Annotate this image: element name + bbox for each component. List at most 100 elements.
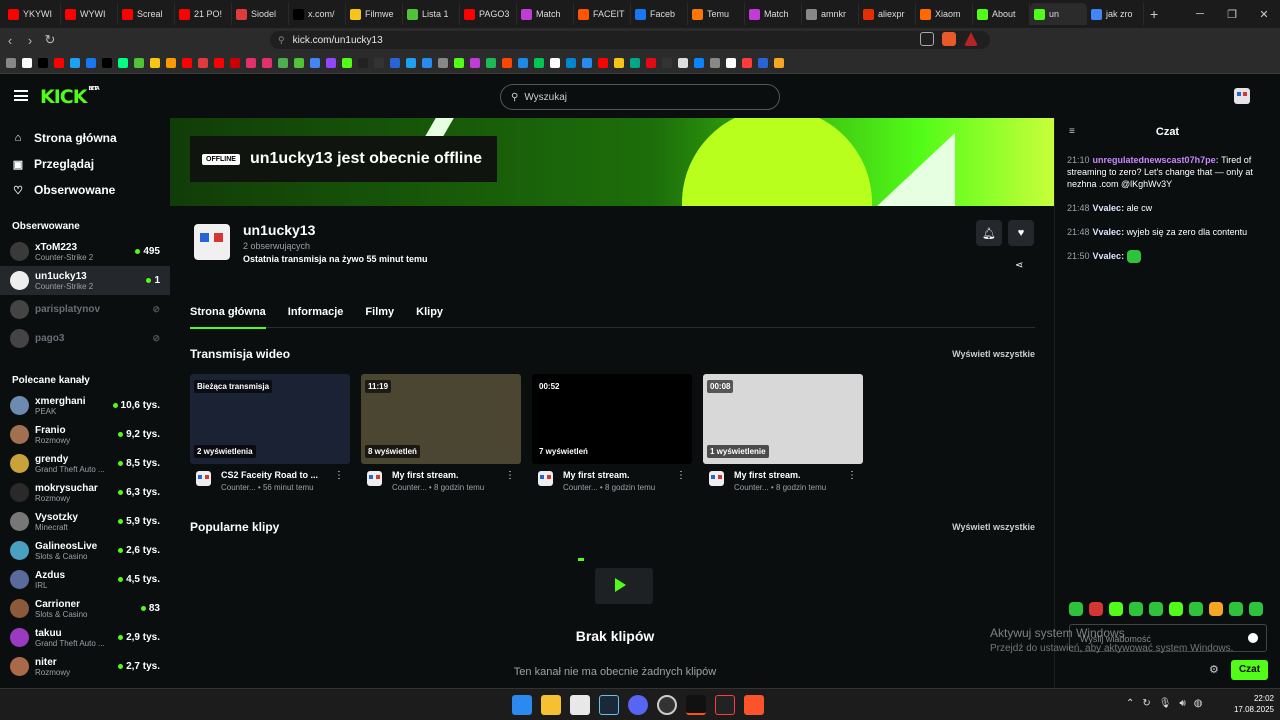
- brave-rewards-icon[interactable]: [964, 32, 978, 46]
- video-thumbnail[interactable]: 11:19 8 wyświetleń: [361, 374, 521, 464]
- obs-icon[interactable]: [657, 695, 677, 715]
- bookmark-icon[interactable]: [134, 57, 144, 68]
- store-icon[interactable]: [570, 695, 590, 715]
- file-explorer-icon[interactable]: [541, 695, 561, 715]
- bookmark-icon[interactable]: [374, 57, 384, 68]
- video-card[interactable]: 11:19 8 wyświetleń My first stream. Counter…: [361, 374, 521, 498]
- browser-tab[interactable]: FACEIT: [574, 3, 631, 25]
- browser-tab[interactable]: aliexpr: [859, 3, 916, 25]
- bookmark-icon[interactable]: [294, 57, 304, 68]
- browser-tab[interactable]: YKYWI: [4, 3, 61, 25]
- browser-tab[interactable]: Xiaom: [916, 3, 973, 25]
- emote-icon[interactable]: [1149, 602, 1163, 616]
- browser-tab[interactable]: Match: [517, 3, 574, 25]
- sidebar-nav-following[interactable]: ♡ Obserwowane: [0, 177, 170, 203]
- sidebar-channel[interactable]: parisplatynov ⊘: [0, 295, 170, 324]
- brave-browser-icon[interactable]: [744, 695, 764, 715]
- video-thumbnail[interactable]: 00:52 7 wyświetleń: [532, 374, 692, 464]
- discord-icon[interactable]: [628, 695, 648, 715]
- sidebar-channel[interactable]: Azdus IRL 4,5 tys.: [0, 565, 170, 594]
- browser-tab[interactable]: Faceb: [631, 3, 688, 25]
- video-thumbnail[interactable]: Bieżąca transmisja 2 wyświetlenia: [190, 374, 350, 464]
- bookmark-icon[interactable]: [246, 57, 256, 68]
- emoji-icon[interactable]: [1248, 633, 1258, 643]
- network-icon[interactable]: ◍: [1194, 698, 1203, 709]
- clock[interactable]: 22:02 17.08.2025: [1224, 693, 1274, 715]
- channel-tab[interactable]: Klipy: [416, 303, 443, 328]
- follow-button[interactable]: ♥: [1008, 220, 1034, 246]
- emote-icon[interactable]: [1089, 602, 1103, 616]
- chat-username[interactable]: Vvalec: [1093, 251, 1122, 261]
- more-options-icon[interactable]: ⋮: [847, 470, 857, 481]
- notification-bell-button[interactable]: 🔔︎: [976, 220, 1002, 246]
- video-thumbnail[interactable]: 00:08 1 wyświetlenie: [703, 374, 863, 464]
- channel-tab[interactable]: Filmy: [365, 303, 394, 328]
- browser-tab[interactable]: un: [1030, 3, 1087, 25]
- channel-avatar[interactable]: [194, 224, 230, 260]
- emote-icon[interactable]: [1169, 602, 1183, 616]
- bookmark-icon[interactable]: [86, 57, 96, 68]
- browser-tab[interactable]: PAGO3: [460, 3, 517, 25]
- bookmark-icon[interactable]: [774, 57, 784, 68]
- share-page-icon[interactable]: [920, 32, 934, 46]
- chat-settings-gear-icon[interactable]: ⚙: [1209, 663, 1219, 676]
- bookmark-icon[interactable]: [390, 57, 400, 68]
- bookmark-icon[interactable]: [758, 57, 768, 68]
- bookmark-icon[interactable]: [54, 57, 64, 68]
- sidebar-channel[interactable]: xToM223 Counter-Strike 2 495: [0, 237, 170, 266]
- bookmark-icon[interactable]: [646, 57, 656, 68]
- sidebar-channel[interactable]: takuu Grand Theft Auto ... 2,9 tys.: [0, 623, 170, 652]
- channel-tab[interactable]: Informacje: [288, 303, 344, 328]
- browser-tab[interactable]: Filmwe: [346, 3, 403, 25]
- menu-icon[interactable]: [14, 90, 28, 101]
- sidebar-channel[interactable]: Vysotzky Minecraft 5,9 tys.: [0, 507, 170, 536]
- maximize-icon[interactable]: ❐: [1216, 0, 1248, 28]
- bookmark-icon[interactable]: [6, 57, 16, 68]
- reload-icon[interactable]: ↻: [40, 32, 60, 48]
- minimize-icon[interactable]: ─: [1184, 0, 1216, 28]
- back-icon[interactable]: ‹: [0, 33, 20, 48]
- browser-tab[interactable]: x.com/: [289, 3, 346, 25]
- video-card[interactable]: 00:08 1 wyświetlenie My first stream. Count…: [703, 374, 863, 498]
- url-field[interactable]: ⚲ kick.com/un1ucky13: [270, 31, 990, 49]
- bookmark-icon[interactable]: [198, 57, 208, 68]
- sidebar-channel[interactable]: GalineosLive Slots & Casino 2,6 tys.: [0, 536, 170, 565]
- kick-logo[interactable]: KICK BETA: [40, 86, 100, 108]
- bookmark-icon[interactable]: [166, 57, 176, 68]
- close-icon[interactable]: ✕: [1248, 0, 1280, 28]
- show-all-videos-link[interactable]: Wyświetl wszystkie: [952, 349, 1035, 359]
- forward-icon[interactable]: ›: [20, 33, 40, 48]
- sidebar-channel[interactable]: mokrysuchar Rozmowy 6,3 tys.: [0, 478, 170, 507]
- bookmark-icon[interactable]: [566, 57, 576, 68]
- bookmark-icon[interactable]: [518, 57, 528, 68]
- bookmark-icon[interactable]: [726, 57, 736, 68]
- bookmark-icon[interactable]: [454, 57, 464, 68]
- sidebar-channel[interactable]: Carrioner Slots & Casino 83: [0, 594, 170, 623]
- browser-tab[interactable]: Match: [745, 3, 802, 25]
- more-options-icon[interactable]: ⋮: [334, 470, 344, 481]
- bookmark-icon[interactable]: [678, 57, 688, 68]
- browser-tab[interactable]: Siodel: [232, 3, 289, 25]
- sidebar-channel[interactable]: grendy Grand Theft Auto ... 8,5 tys.: [0, 449, 170, 478]
- sidebar-nav-home[interactable]: ⌂ Strona główna: [0, 125, 170, 151]
- browser-tab[interactable]: Temu: [688, 3, 745, 25]
- steam-icon[interactable]: [599, 695, 619, 715]
- microphone-icon[interactable]: 🎙︎: [1159, 698, 1172, 709]
- vpn-shield-icon[interactable]: [715, 695, 735, 715]
- search-input[interactable]: ⚲ Wyszukaj: [500, 84, 780, 110]
- bookmark-icon[interactable]: [406, 57, 416, 68]
- bookmark-icon[interactable]: [710, 57, 720, 68]
- emote-icon[interactable]: [1109, 602, 1123, 616]
- bookmark-icon[interactable]: [230, 57, 240, 68]
- sidebar-channel[interactable]: niter Rozmowy 2,7 tys.: [0, 652, 170, 681]
- video-card[interactable]: 00:52 7 wyświetleń My first stream. Counter…: [532, 374, 692, 498]
- start-icon[interactable]: [512, 695, 532, 715]
- brave-shields-icon[interactable]: [942, 32, 956, 46]
- bookmark-icon[interactable]: [22, 57, 32, 68]
- bookmark-icon[interactable]: [662, 57, 672, 68]
- bookmark-icon[interactable]: [278, 57, 288, 68]
- bookmark-icon[interactable]: [38, 57, 48, 68]
- bookmark-icon[interactable]: [102, 57, 112, 68]
- emote-icon[interactable]: [1189, 602, 1203, 616]
- browser-tab[interactable]: About: [973, 3, 1030, 25]
